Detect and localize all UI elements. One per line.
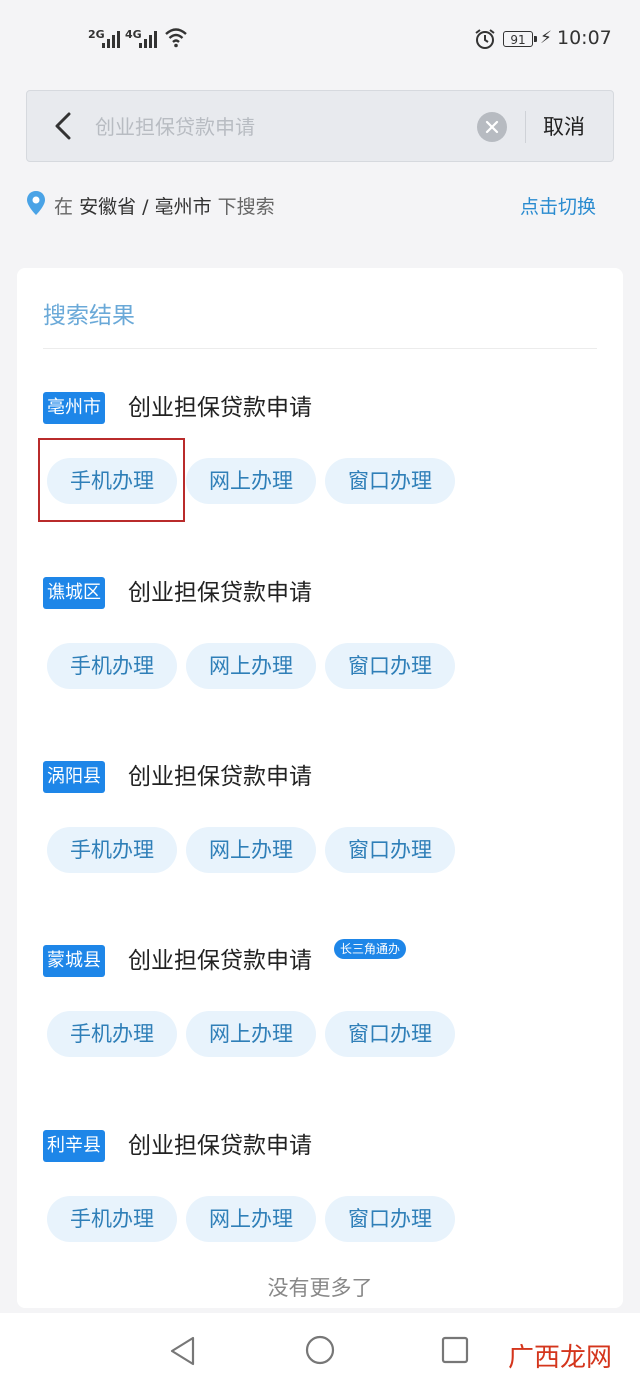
region-badge: 谯城区 <box>43 577 105 609</box>
yangtze-delta-tag: 长三角通办 <box>334 939 407 959</box>
switch-location-link[interactable]: 点击切换 <box>520 192 596 219</box>
navigation-bar: 广西龙网 <box>0 1313 640 1387</box>
no-more-text: 没有更多了 <box>267 1276 373 1300</box>
watermark: 广西龙网 <box>508 1343 613 1373</box>
service-name[interactable]: 创业担保贷款申请 <box>128 573 312 607</box>
window-handle-button[interactable]: 窗口办理 <box>325 643 455 689</box>
result-item: 利辛县 创业担保贷款申请 手机办理 网上办理 窗口办理 <box>43 1130 603 1270</box>
location-row: 在 安徽省 / 亳州市 下搜索 点击切换 <box>26 190 614 220</box>
mobile-handle-button[interactable]: 手机办理 <box>47 1011 177 1057</box>
service-name[interactable]: 创业担保贷款申请 <box>128 757 312 791</box>
nav-back-icon[interactable] <box>168 1335 198 1367</box>
results-card: 搜索结果 亳州市 创业担保贷款申请 手机办理 网上办理 窗口办理 谯城区 创业担… <box>17 268 623 1308</box>
back-arrow-icon[interactable] <box>53 111 73 141</box>
location-pin-icon <box>27 191 45 215</box>
search-divider <box>525 111 526 143</box>
battery-icon: 91 <box>503 31 537 47</box>
window-handle-button[interactable]: 窗口办理 <box>325 1011 455 1057</box>
nav-recent-icon[interactable] <box>441 1336 469 1364</box>
online-handle-button[interactable]: 网上办理 <box>186 643 316 689</box>
result-item: 亳州市 创业担保贷款申请 手机办理 网上办理 窗口办理 <box>38 392 603 532</box>
result-item: 蒙城县 创业担保贷款申请 长三角通办 手机办理 网上办理 窗口办理 <box>43 939 603 1085</box>
location-separator: / <box>142 196 149 218</box>
online-handle-button[interactable]: 网上办理 <box>186 458 316 504</box>
charging-icon: ⚡ <box>540 28 552 48</box>
results-divider <box>43 348 597 349</box>
nav-home-icon[interactable] <box>305 1335 335 1365</box>
highlight-box <box>38 438 185 522</box>
clear-icon[interactable] <box>477 112 507 142</box>
location-prefix: 在 <box>54 196 74 218</box>
location-city: 亳州市 <box>154 196 212 218</box>
battery-level: 91 <box>510 33 526 47</box>
signal-icon <box>139 30 157 48</box>
mobile-handle-button[interactable]: 手机办理 <box>47 1196 177 1242</box>
online-handle-button[interactable]: 网上办理 <box>186 1011 316 1057</box>
alarm-icon <box>475 29 495 49</box>
online-handle-button[interactable]: 网上办理 <box>186 827 316 873</box>
status-bar: 2G 4G 91 ⚡ 10:07 <box>0 0 640 80</box>
signal-icon <box>102 30 120 48</box>
service-name[interactable]: 创业担保贷款申请 <box>128 388 312 422</box>
window-handle-button[interactable]: 窗口办理 <box>325 827 455 873</box>
window-handle-button[interactable]: 窗口办理 <box>325 458 455 504</box>
online-handle-button[interactable]: 网上办理 <box>186 1196 316 1242</box>
service-name[interactable]: 创业担保贷款申请 <box>128 1126 312 1160</box>
result-item: 涡阳县 创业担保贷款申请 手机办理 网上办理 窗口办理 <box>43 761 603 901</box>
region-badge: 蒙城县 <box>43 945 105 977</box>
location-text: 在 安徽省 / 亳州市 下搜索 <box>54 192 275 219</box>
search-bar: 取消 <box>26 90 614 162</box>
location-suffix: 下搜索 <box>217 196 275 218</box>
results-title: 搜索结果 <box>43 303 135 329</box>
region-badge: 利辛县 <box>43 1130 105 1162</box>
wifi-icon <box>165 28 187 48</box>
result-item: 谯城区 创业担保贷款申请 手机办理 网上办理 窗口办理 <box>43 577 603 717</box>
mobile-handle-button[interactable]: 手机办理 <box>47 643 177 689</box>
mobile-handle-button[interactable]: 手机办理 <box>47 827 177 873</box>
clock: 10:07 <box>557 27 612 49</box>
region-badge: 亳州市 <box>43 392 105 424</box>
location-province: 安徽省 <box>79 196 137 218</box>
cancel-button[interactable]: 取消 <box>543 111 585 141</box>
search-input[interactable] <box>93 109 467 145</box>
service-name[interactable]: 创业担保贷款申请 <box>128 941 312 975</box>
window-handle-button[interactable]: 窗口办理 <box>325 1196 455 1242</box>
region-badge: 涡阳县 <box>43 761 105 793</box>
